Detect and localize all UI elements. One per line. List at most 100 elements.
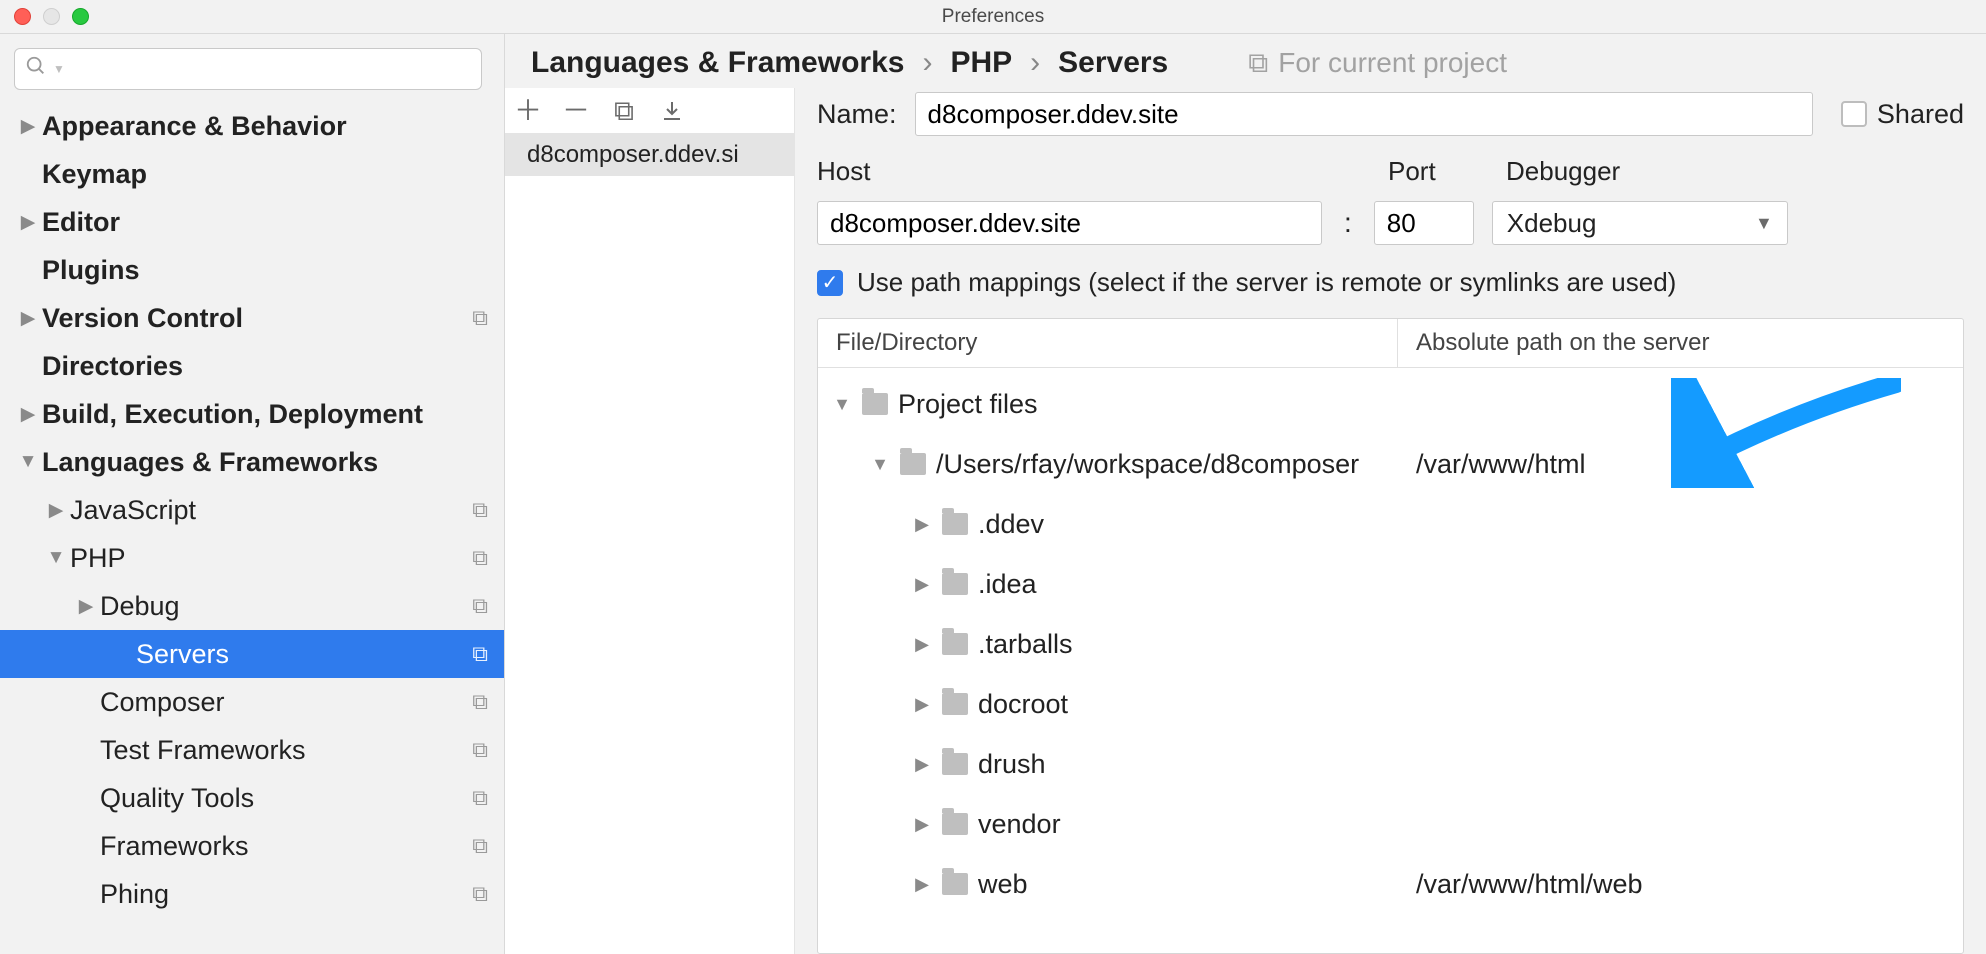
project-scope-icon: ⧉ bbox=[472, 305, 496, 331]
search-input-wrap[interactable]: ▼ bbox=[14, 48, 482, 90]
folder-icon bbox=[942, 633, 968, 655]
copy-icon[interactable]: ⧉ bbox=[609, 97, 639, 125]
file-label: .tarballs bbox=[978, 629, 1073, 660]
sidebar-item[interactable]: Quality Tools⧉ bbox=[0, 774, 504, 822]
shared-checkbox[interactable] bbox=[1841, 101, 1867, 127]
chevron-right-icon[interactable]: ▶ bbox=[912, 874, 932, 895]
chevron-right-icon: ▶ bbox=[14, 115, 42, 138]
file-label: drush bbox=[978, 749, 1046, 780]
close-icon[interactable] bbox=[14, 8, 31, 25]
file-cell: ▶vendor bbox=[818, 809, 1398, 840]
name-input[interactable] bbox=[915, 92, 1813, 136]
path-mappings-table: File/Directory Absolute path on the serv… bbox=[817, 318, 1964, 954]
file-label: web bbox=[978, 869, 1028, 900]
sidebar-item[interactable]: ▶Debug⧉ bbox=[0, 582, 504, 630]
table-row[interactable]: ▶ .tarballs bbox=[818, 614, 1963, 674]
project-scope-icon: ⧉ bbox=[472, 593, 496, 619]
sidebar-item[interactable]: Frameworks⧉ bbox=[0, 822, 504, 870]
sidebar-item-label: Quality Tools bbox=[100, 783, 472, 814]
sidebar-item[interactable]: Test Frameworks⧉ bbox=[0, 726, 504, 774]
absolute-path-cell[interactable]: /var/www/html/web bbox=[1398, 869, 1963, 900]
remove-icon[interactable]: － bbox=[561, 97, 591, 125]
copy-icon: ⧉ bbox=[1248, 47, 1268, 80]
chevron-right-icon[interactable]: ▶ bbox=[912, 694, 932, 715]
main-panel: Languages & Frameworks › PHP › Servers ⧉… bbox=[505, 34, 1986, 954]
use-path-mappings-checkbox[interactable]: ✓ bbox=[817, 270, 843, 296]
server-list-item[interactable]: d8composer.ddev.si bbox=[505, 134, 794, 176]
sidebar-item[interactable]: Directories bbox=[0, 342, 504, 390]
chevron-right-icon[interactable]: ▶ bbox=[912, 814, 932, 835]
server-detail: Name: Shared Host Port Debugger bbox=[795, 88, 1986, 954]
project-scope-icon: ⧉ bbox=[472, 833, 496, 859]
chevron-right-icon: › bbox=[1030, 46, 1040, 80]
chevron-right-icon: › bbox=[922, 46, 932, 80]
sidebar-item[interactable]: ▶Build, Execution, Deployment bbox=[0, 390, 504, 438]
folder-icon bbox=[942, 513, 968, 535]
sidebar-item[interactable]: ▶Editor bbox=[0, 198, 504, 246]
breadcrumb-a[interactable]: Languages & Frameworks bbox=[531, 46, 904, 80]
debugger-label: Debugger bbox=[1506, 156, 1620, 187]
sidebar-item[interactable]: ▶Appearance & Behavior bbox=[0, 102, 504, 150]
zoom-icon[interactable] bbox=[72, 8, 89, 25]
sidebar-item-label: Debug bbox=[100, 591, 472, 622]
breadcrumb: Languages & Frameworks › PHP › Servers ⧉… bbox=[505, 34, 1986, 88]
table-row[interactable]: ▶ .ddev bbox=[818, 494, 1963, 554]
chevron-right-icon[interactable]: ▶ bbox=[912, 514, 932, 535]
sidebar-item[interactable]: Composer⧉ bbox=[0, 678, 504, 726]
chevron-right-icon[interactable]: ▶ bbox=[912, 634, 932, 655]
sidebar-item[interactable]: Keymap bbox=[0, 150, 504, 198]
table-row[interactable]: ▶vendor bbox=[818, 794, 1963, 854]
breadcrumb-b[interactable]: PHP bbox=[950, 46, 1012, 80]
table-row[interactable]: ▶ drush bbox=[818, 734, 1963, 794]
callout-arrow-icon bbox=[1671, 378, 1901, 488]
chevron-right-icon: ▶ bbox=[14, 307, 42, 330]
host-input[interactable] bbox=[817, 201, 1322, 245]
port-input[interactable] bbox=[1374, 201, 1474, 245]
shared-label: Shared bbox=[1877, 99, 1964, 130]
minimize-icon[interactable] bbox=[43, 8, 60, 25]
sidebar-item[interactable]: ▶JavaScript⧉ bbox=[0, 486, 504, 534]
add-icon[interactable]: ＋ bbox=[513, 97, 543, 125]
sidebar-item[interactable]: Plugins bbox=[0, 246, 504, 294]
sidebar-item-label: Appearance & Behavior bbox=[42, 111, 496, 142]
colon-separator: : bbox=[1340, 207, 1356, 239]
project-scope-icon: ⧉ bbox=[472, 497, 496, 523]
chevron-right-icon[interactable]: ▶ bbox=[912, 754, 932, 775]
file-cell: ▼Project files bbox=[818, 389, 1398, 420]
folder-icon bbox=[942, 813, 968, 835]
sidebar-item[interactable]: Servers⧉ bbox=[0, 630, 504, 678]
project-scope-icon: ⧉ bbox=[472, 737, 496, 763]
sidebar-item-label: Keymap bbox=[42, 159, 496, 190]
col-file-directory: File/Directory bbox=[818, 319, 1398, 367]
project-scope-icon: ⧉ bbox=[472, 689, 496, 715]
chevron-right-icon[interactable]: ▶ bbox=[912, 574, 932, 595]
sidebar: ▼ ▶Appearance & BehaviorKeymap▶EditorPlu… bbox=[0, 34, 505, 954]
project-scope-icon: ⧉ bbox=[472, 641, 496, 667]
search-input[interactable] bbox=[71, 58, 471, 81]
chevron-down-icon[interactable]: ▼ bbox=[870, 454, 890, 475]
debugger-select[interactable]: Xdebug ▼ bbox=[1492, 201, 1788, 245]
table-row[interactable]: ▶.idea bbox=[818, 554, 1963, 614]
sidebar-item[interactable]: ▼PHP⧉ bbox=[0, 534, 504, 582]
import-icon[interactable] bbox=[657, 99, 687, 123]
file-label: .ddev bbox=[978, 509, 1044, 540]
sidebar-item-label: Plugins bbox=[42, 255, 496, 286]
chevron-down-icon[interactable]: ▼ bbox=[832, 394, 852, 415]
use-path-mappings-label: Use path mappings (select if the server … bbox=[857, 267, 1676, 298]
chevron-down-icon: ▼ bbox=[14, 451, 42, 473]
window-controls bbox=[14, 8, 89, 25]
file-cell: ▶ web bbox=[818, 869, 1398, 900]
chevron-right-icon: ▶ bbox=[42, 499, 70, 522]
sidebar-item[interactable]: ▶Version Control⧉ bbox=[0, 294, 504, 342]
sidebar-item[interactable]: Phing⧉ bbox=[0, 870, 504, 918]
file-cell: ▶ .ddev bbox=[818, 509, 1398, 540]
sidebar-item-label: Languages & Frameworks bbox=[42, 447, 496, 478]
preferences-window: Preferences ▼ ▶Appearance & BehaviorKeym… bbox=[0, 0, 1986, 954]
project-scope-icon: ⧉ bbox=[472, 785, 496, 811]
folder-icon bbox=[942, 573, 968, 595]
breadcrumb-c: Servers bbox=[1058, 46, 1168, 80]
sidebar-item[interactable]: ▼Languages & Frameworks bbox=[0, 438, 504, 486]
sidebar-item-label: Directories bbox=[42, 351, 496, 382]
table-row[interactable]: ▶ web/var/www/html/web bbox=[818, 854, 1963, 914]
table-row[interactable]: ▶docroot bbox=[818, 674, 1963, 734]
